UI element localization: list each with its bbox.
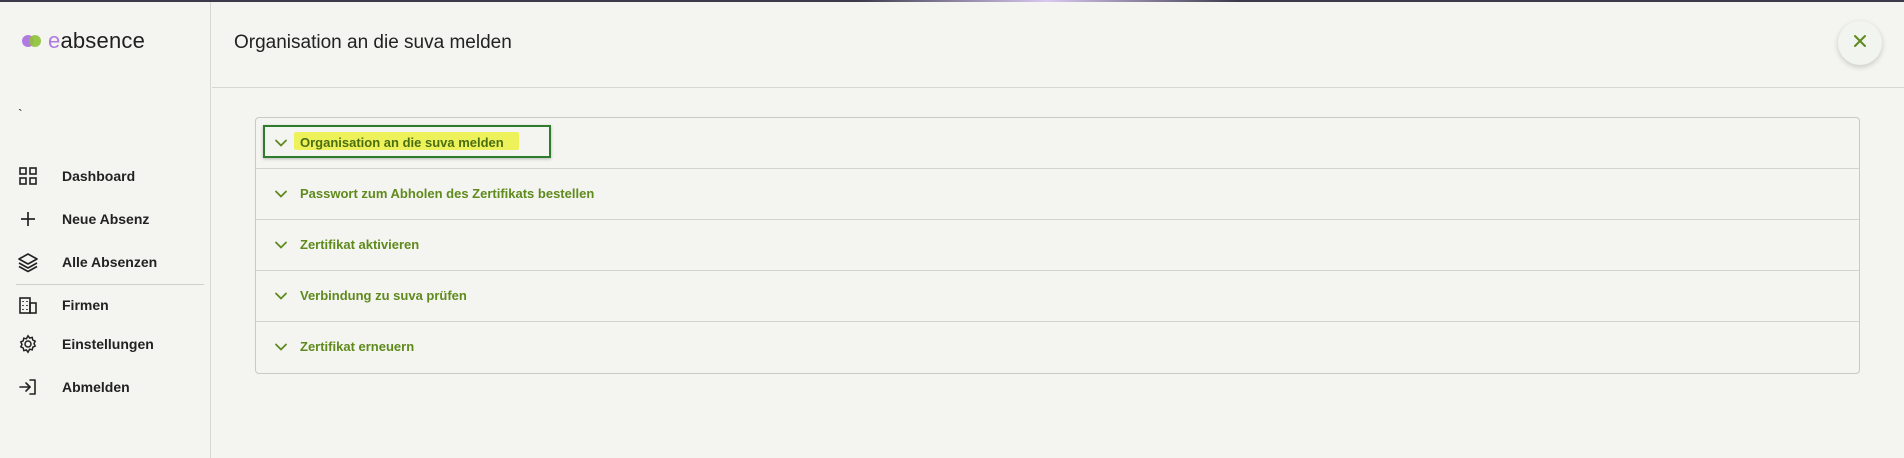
chevron-down-icon	[274, 238, 288, 252]
chevron-down-icon	[274, 340, 288, 354]
logo-mark-icon	[22, 34, 44, 48]
page-header: Organisation an die suva melden	[212, 2, 1904, 88]
accordion-item-label: Zertifikat aktivieren	[300, 237, 420, 252]
accordion-item-verbindung-pruefen[interactable]: Verbindung zu suva prüfen	[256, 271, 1859, 322]
grid-icon	[16, 164, 40, 188]
accordion-item-organisation-melden[interactable]: Organisation an die suva melden	[256, 118, 1859, 169]
sidebar-item-label: Dashboard	[62, 168, 136, 184]
accordion-item-zertifikat-erneuern[interactable]: Zertifikat erneuern	[256, 322, 1859, 373]
layers-icon	[16, 250, 40, 274]
building-icon	[16, 293, 40, 317]
sidebar-item-label: Abmelden	[62, 379, 130, 395]
sidebar-item-label: Alle Absenzen	[62, 254, 158, 270]
close-icon	[1852, 33, 1868, 54]
accordion-item-label: Zertifikat erneuern	[300, 339, 415, 354]
sidebar-item-abmelden[interactable]: Abmelden	[16, 372, 201, 402]
gear-icon	[16, 332, 40, 356]
chevron-down-icon	[274, 289, 288, 303]
accordion-item-zertifikat-aktivieren[interactable]: Zertifikat aktivieren	[256, 220, 1859, 271]
app-logo[interactable]: eabsence	[22, 26, 145, 56]
sidebar-item-firmen[interactable]: Firmen	[16, 290, 201, 320]
chevron-down-icon	[274, 136, 288, 150]
chevron-down-icon	[274, 187, 288, 201]
close-button[interactable]	[1838, 21, 1882, 65]
sidebar-item-label: Firmen	[62, 297, 109, 313]
accordion-item-label: Passwort zum Abholen des Zertifikats bes…	[300, 186, 595, 201]
logo-text: eabsence	[48, 28, 146, 53]
sidebar-item-alle-absenzen[interactable]: Alle Absenzen	[16, 247, 201, 277]
accordion-item-label: Verbindung zu suva prüfen	[300, 288, 467, 303]
accordion-item-label: Organisation an die suva melden	[300, 135, 504, 150]
page-title: Organisation an die suva melden	[234, 32, 512, 53]
sidebar-divider	[16, 284, 204, 285]
sidebar-item-label: Einstellungen	[62, 336, 154, 352]
sidebar-item-dashboard[interactable]: Dashboard	[16, 161, 201, 191]
sidebar-item-label: Neue Absenz	[62, 211, 150, 227]
plus-icon	[16, 207, 40, 231]
logout-icon	[16, 375, 40, 399]
user-name-placeholder: `	[18, 106, 23, 122]
sidebar-item-neue-absenz[interactable]: Neue Absenz	[16, 204, 201, 234]
sidebar: eabsence ` Dashboard Neue Absenz Alle Ab…	[0, 2, 211, 458]
accordion-item-passwort-bestellen[interactable]: Passwort zum Abholen des Zertifikats bes…	[256, 169, 1859, 220]
accordion: Organisation an die suva melden Passwort…	[255, 117, 1860, 374]
sidebar-item-einstellungen[interactable]: Einstellungen	[16, 329, 201, 359]
